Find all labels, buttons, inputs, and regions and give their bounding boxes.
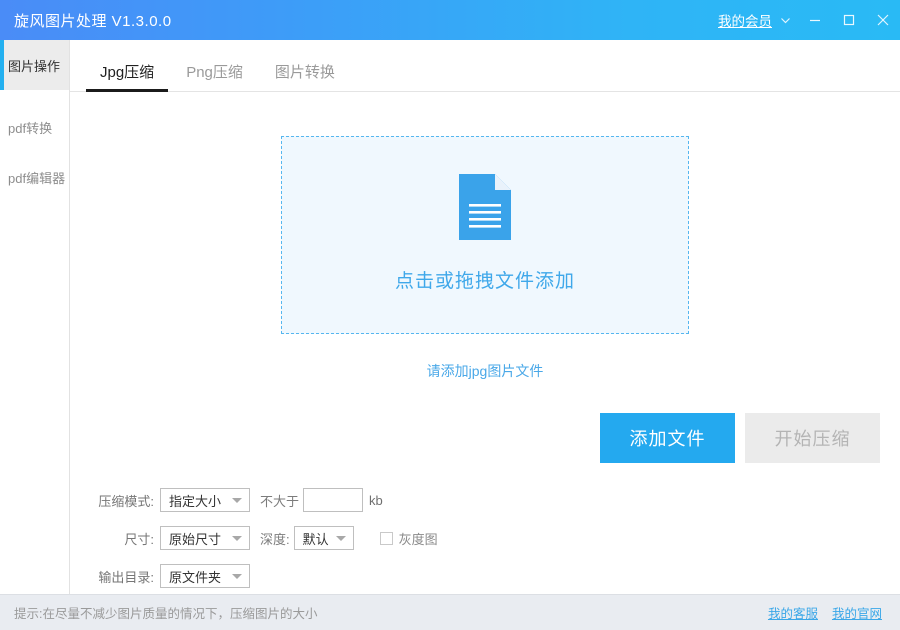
my-membership-link[interactable]: 我的会员 (718, 10, 772, 30)
size-select[interactable]: 原始尺寸 (160, 526, 250, 550)
depth-select[interactable]: 默认 (294, 526, 354, 550)
chevron-down-icon (336, 536, 346, 541)
title-bar-controls: 我的会员 (718, 0, 900, 40)
content-panel: Jpg压缩 Png压缩 图片转换 (70, 40, 900, 594)
chevron-down-icon (232, 536, 242, 541)
grayscale-checkbox[interactable] (380, 532, 393, 545)
sidebar-item-label: 图片操作 (8, 56, 60, 75)
depth-value: 默认 (303, 529, 329, 548)
tab-label: Jpg压缩 (100, 64, 154, 81)
output-dir-select[interactable]: 原文件夹 (160, 564, 250, 588)
status-links: 我的客服 我的官网 (768, 603, 882, 622)
chevron-down-icon (232, 574, 242, 579)
file-dropzone[interactable]: 点击或拖拽文件添加 (281, 136, 689, 334)
title-bar: 旋风图片处理 V1.3.0.0 我的会员 (0, 0, 900, 40)
official-website-link[interactable]: 我的官网 (832, 603, 882, 622)
settings-row-output: 输出目录: 原文件夹 (88, 561, 900, 591)
tab-bar: Jpg压缩 Png压缩 图片转换 (70, 40, 900, 92)
tab-image-convert[interactable]: 图片转换 (259, 61, 351, 91)
app-window: 旋风图片处理 V1.3.0.0 我的会员 图片操作 pdf转换 (0, 0, 900, 630)
main-body: 图片操作 pdf转换 pdf编辑器 Jpg压缩 Png压缩 图片转换 (0, 40, 900, 594)
maximize-icon[interactable] (832, 0, 866, 40)
tab-label: Png压缩 (186, 64, 243, 81)
sidebar-item-label: pdf转换 (8, 118, 52, 137)
add-file-button[interactable]: 添加文件 (600, 413, 735, 463)
not-larger-than-label: 不大于 (260, 491, 299, 510)
sidebar-item-pdf-convert[interactable]: pdf转换 (0, 102, 69, 152)
compress-mode-select[interactable]: 指定大小 (160, 488, 250, 512)
size-value: 原始尺寸 (169, 529, 221, 548)
tab-png-compress[interactable]: Png压缩 (170, 61, 259, 91)
status-bar: 提示:在尽量不减少图片质量的情况下，压缩图片的大小 我的客服 我的官网 (0, 594, 900, 630)
size-unit-label: kb (369, 493, 383, 508)
grayscale-checkbox-wrap[interactable]: 灰度图 (380, 529, 438, 548)
settings-row-size-depth: 尺寸: 原始尺寸 深度: 默认 灰度图 (88, 523, 900, 553)
tab-label: 图片转换 (275, 64, 335, 81)
minimize-icon[interactable] (798, 0, 832, 40)
chevron-down-icon (232, 498, 242, 503)
settings-row-mode: 压缩模式: 指定大小 不大于 kb (88, 485, 900, 515)
sidebar-item-image-ops[interactable]: 图片操作 (0, 40, 69, 90)
app-title: 旋风图片处理 V1.3.0.0 (14, 10, 172, 31)
dropzone-text: 点击或拖拽文件添加 (395, 266, 575, 293)
compress-mode-value: 指定大小 (169, 491, 221, 510)
start-compress-button[interactable]: 开始压缩 (745, 413, 880, 463)
settings-form: 压缩模式: 指定大小 不大于 kb 尺寸: 原始尺寸 深度: (70, 463, 900, 599)
depth-label: 深度: (260, 529, 290, 548)
size-label: 尺寸: (88, 529, 154, 548)
output-dir-value: 原文件夹 (169, 567, 221, 586)
customer-service-link[interactable]: 我的客服 (768, 603, 818, 622)
action-buttons: 添加文件 开始压缩 (70, 397, 900, 463)
add-file-hint: 请添加jpg图片文件 (427, 361, 544, 381)
close-icon[interactable] (866, 0, 900, 40)
max-size-input[interactable] (303, 488, 363, 512)
compress-mode-label: 压缩模式: (88, 491, 154, 510)
drop-region: 点击或拖拽文件添加 请添加jpg图片文件 (70, 92, 900, 381)
tab-jpg-compress[interactable]: Jpg压缩 (84, 61, 170, 91)
sidebar-item-label: pdf编辑器 (8, 168, 65, 187)
chevron-down-icon[interactable] (772, 0, 798, 40)
grayscale-label: 灰度图 (399, 529, 438, 548)
status-tip: 提示:在尽量不减少图片质量的情况下，压缩图片的大小 (14, 603, 317, 622)
output-dir-label: 输出目录: (88, 567, 154, 586)
sidebar-item-pdf-editor[interactable]: pdf编辑器 (0, 152, 69, 202)
document-lines-icon (459, 174, 511, 240)
sidebar: 图片操作 pdf转换 pdf编辑器 (0, 40, 70, 594)
